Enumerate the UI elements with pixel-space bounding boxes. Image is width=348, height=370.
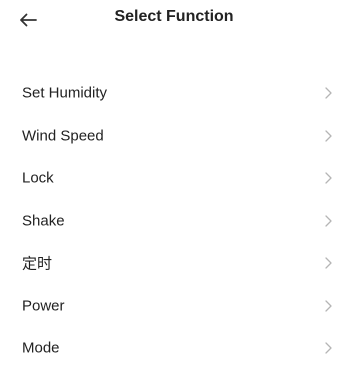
function-row-lock[interactable]: Lock <box>0 157 348 200</box>
chevron-right-icon <box>325 342 332 354</box>
chevron-right-icon <box>325 172 332 184</box>
function-list: Set Humidity Wind Speed Lock Shake 定时 Po… <box>0 72 348 370</box>
function-label: Power <box>22 297 65 315</box>
function-label: Mode <box>22 339 60 357</box>
function-label: Lock <box>22 169 54 187</box>
chevron-right-icon <box>325 215 332 227</box>
chevron-right-icon <box>325 130 332 142</box>
function-label: 定时 <box>22 255 53 273</box>
function-row-wind-speed[interactable]: Wind Speed <box>0 115 348 158</box>
function-label: Set Humidity <box>22 84 108 102</box>
function-row-power[interactable]: Power <box>0 285 348 328</box>
function-label: Wind Speed <box>22 127 104 145</box>
header-bar: Select Function <box>0 0 348 40</box>
select-function-screen: Select Function Set Humidity Wind Speed … <box>0 0 348 359</box>
function-row-shake[interactable]: Shake <box>0 200 348 243</box>
chevron-right-icon <box>325 300 332 312</box>
function-row-timer[interactable]: 定时 <box>0 242 348 285</box>
function-row-set-humidity[interactable]: Set Humidity <box>0 72 348 115</box>
page-title: Select Function <box>114 8 234 25</box>
function-row-mode[interactable]: Mode <box>0 327 348 370</box>
chevron-right-icon <box>325 87 332 99</box>
chevron-right-icon <box>325 257 332 269</box>
function-label: Shake <box>22 212 65 230</box>
